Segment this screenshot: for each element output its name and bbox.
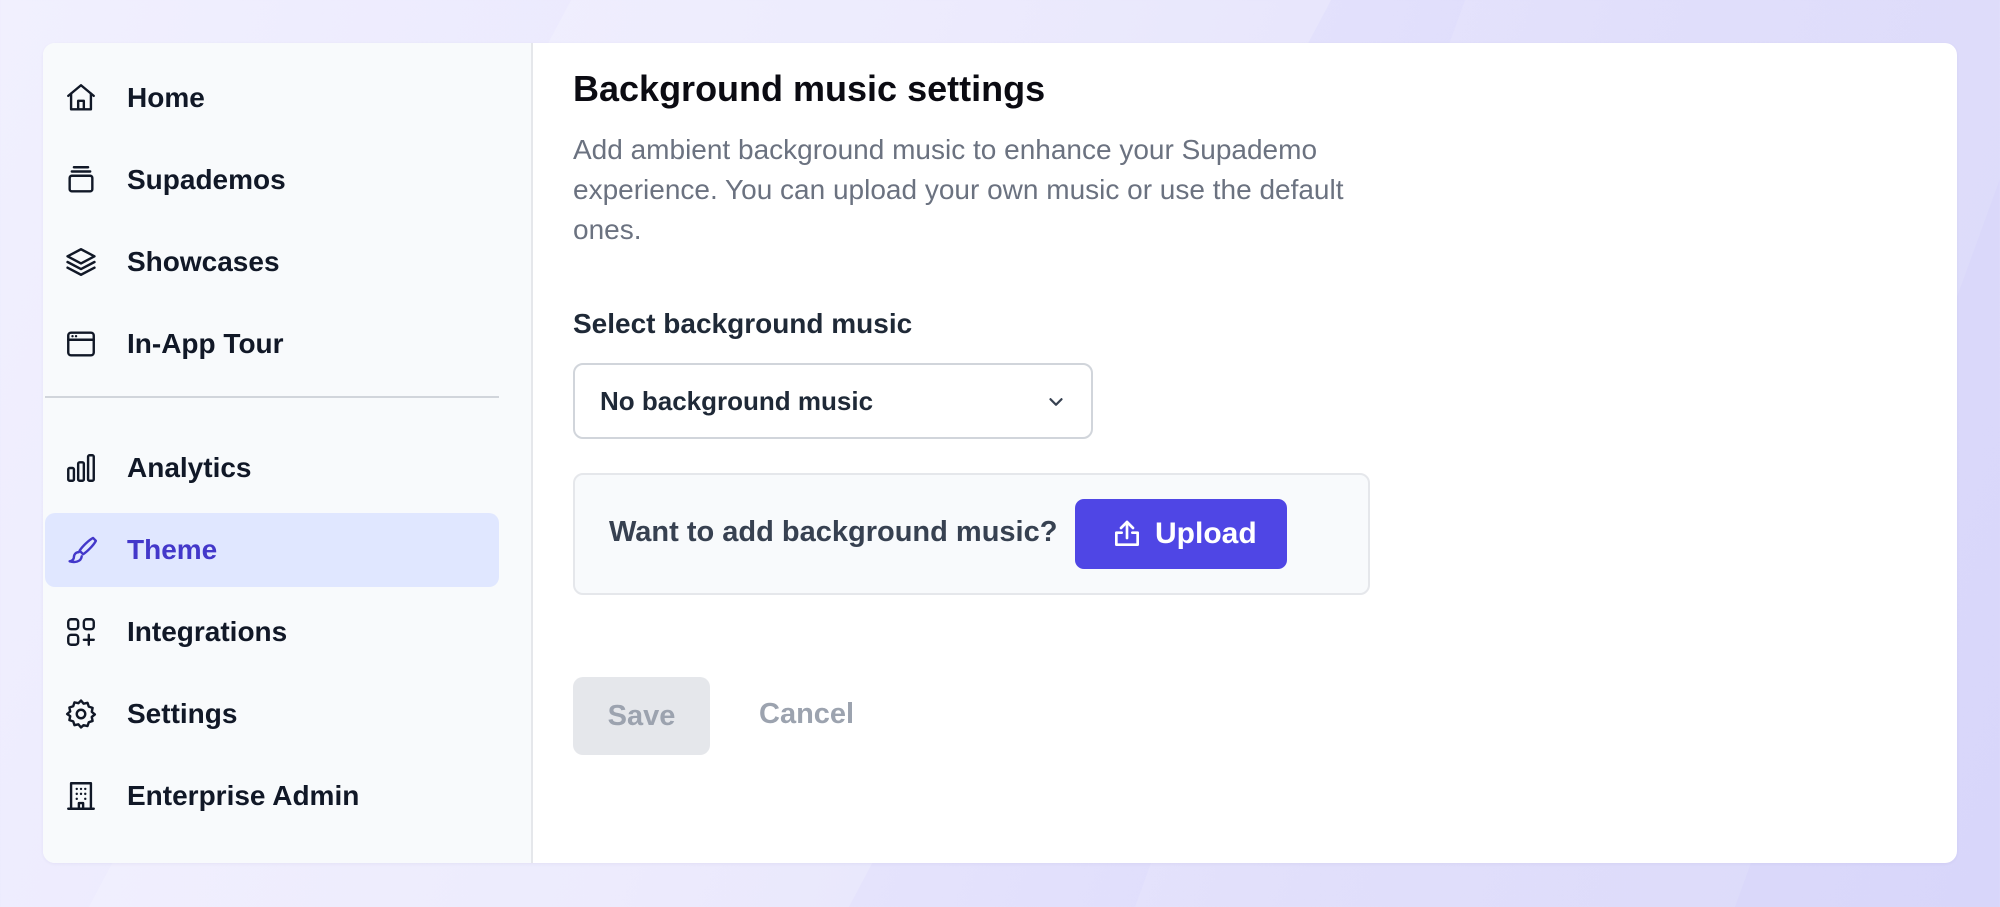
sidebar-item-label: Integrations [127, 616, 288, 647]
bar-chart-icon [63, 450, 99, 486]
sidebar-item-label: Theme [127, 534, 218, 565]
sidebar-item-enterprise-admin[interactable]: Enterprise Admin [45, 759, 499, 833]
stack-icon [63, 162, 99, 198]
upload-icon [1111, 518, 1143, 550]
sidebar-item-label: Home [127, 82, 205, 113]
sidebar-item-showcases[interactable]: Showcases [45, 225, 499, 299]
upload-panel: Want to add background music? Upload [573, 473, 1370, 595]
chevron-down-icon [1045, 391, 1067, 413]
sidebar: Home Supademos Showcases In-App Tour Ana… [43, 43, 533, 863]
cancel-button[interactable]: Cancel [759, 698, 854, 731]
sidebar-item-integrations[interactable]: Integrations [45, 595, 499, 669]
apps-plus-icon [63, 614, 99, 650]
sidebar-item-settings[interactable]: Settings [45, 677, 499, 751]
background-music-select[interactable]: No background music [573, 363, 1093, 439]
save-button[interactable]: Save [573, 677, 710, 755]
upload-prompt: Want to add background music? [609, 516, 1058, 548]
sidebar-item-in-app-tour[interactable]: In-App Tour [45, 307, 499, 381]
upload-button[interactable]: Upload [1075, 499, 1287, 569]
sidebar-divider [45, 396, 499, 398]
sidebar-item-label: Enterprise Admin [127, 780, 360, 811]
paintbrush-icon [63, 532, 99, 568]
sidebar-item-label: In-App Tour [127, 328, 284, 359]
page-title: Background music settings [573, 68, 1046, 109]
sidebar-item-label: Settings [127, 698, 238, 729]
upload-button-label: Upload [1155, 517, 1257, 550]
browser-window-icon [63, 326, 99, 362]
home-icon [63, 80, 99, 116]
sidebar-item-analytics[interactable]: Analytics [45, 431, 499, 505]
sidebar-item-label: Showcases [127, 246, 280, 277]
sidebar-item-theme[interactable]: Theme [45, 513, 499, 587]
select-label: Select background music [573, 308, 913, 339]
select-value: No background music [600, 385, 874, 416]
sidebar-item-supademos[interactable]: Supademos [45, 143, 499, 217]
sidebar-item-home[interactable]: Home [45, 61, 499, 135]
building-icon [63, 778, 99, 814]
sidebar-item-label: Analytics [127, 452, 252, 483]
page-description: Add ambient background music to enhance … [573, 134, 1344, 245]
layers-icon [63, 244, 99, 280]
gear-icon [63, 696, 99, 732]
sidebar-item-label: Supademos [127, 164, 286, 195]
